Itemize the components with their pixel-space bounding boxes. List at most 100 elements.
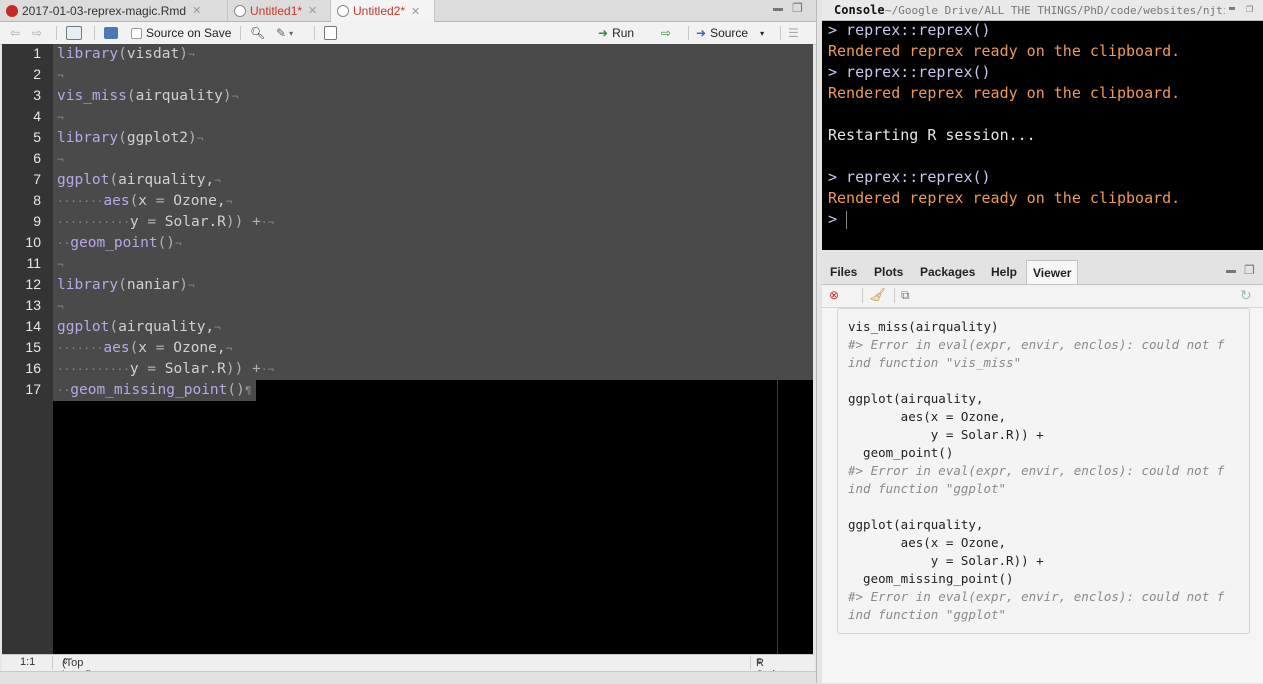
text-cursor: [846, 211, 847, 229]
code-line: library(naniar)¬: [57, 277, 195, 293]
console-line: Rendered reprex ready on the clipboard.: [828, 189, 1181, 207]
code-line: ··geom_missing_point()¶: [57, 382, 252, 398]
line-number: 10: [25, 234, 41, 250]
line-number: 4: [33, 108, 41, 124]
code-line: ¬: [57, 258, 64, 271]
line-number: 15: [25, 339, 41, 355]
line-number: 12: [25, 276, 41, 292]
tab-label: Untitled1*: [250, 3, 303, 18]
code-line: ···········y = Solar.R)) +·¬: [57, 214, 275, 230]
tab-untitled1[interactable]: Untitled1* ✕: [228, 0, 331, 21]
line-number: 14: [25, 318, 41, 334]
show-in-window-icon[interactable]: ⧉: [901, 288, 910, 303]
close-icon[interactable]: ✕: [192, 4, 201, 17]
tab-rmd-file[interactable]: 2017-01-03-reprex-magic.Rmd ✕: [0, 0, 228, 21]
tab-untitled2[interactable]: Untitled2* ✕: [331, 0, 435, 22]
viewer-code-line: aes(x = Ozone,: [848, 409, 1007, 424]
outline-icon[interactable]: ☰: [788, 25, 799, 41]
r-script-icon: [337, 5, 349, 17]
code-line: ¬: [57, 300, 64, 313]
console-header: Console ~/Google Drive/ALL THE THINGS/Ph…: [822, 0, 1263, 21]
viewer-code-line: vis_miss(airquality): [848, 319, 999, 334]
tab-viewer[interactable]: Viewer: [1026, 260, 1079, 284]
stop-icon[interactable]: ⊗: [829, 288, 839, 302]
tab-label: 2017-01-03-reprex-magic.Rmd: [22, 3, 187, 18]
source-label: Source: [710, 26, 749, 40]
cursor-position: 1:1: [20, 656, 36, 668]
tab-label: Untitled2*: [353, 4, 406, 18]
working-directory-path[interactable]: ~/Google Drive/ALL THE THINGS/PhD/code/w…: [885, 4, 1225, 17]
close-icon[interactable]: ✕: [308, 4, 317, 17]
code-line: vis_miss(airquality)¬: [57, 88, 239, 104]
line-number: 13: [25, 297, 41, 313]
tab-files[interactable]: Files: [824, 260, 863, 284]
code-line: ¬: [57, 153, 64, 166]
code-line: ¬: [57, 111, 64, 124]
code-line: ggplot(airquality,¬: [57, 319, 221, 335]
r-script-icon: [234, 4, 246, 17]
editor-toolbar: ⇦ ⇨ Source on Save 🔍︎ ✎ ▾ ➜ Run ⇨ ➜ Sourc…: [0, 22, 816, 45]
line-number-gutter: 1 2 3 4 5 6 7 8 9 10 11 12 13 14 15 16 1…: [2, 44, 53, 654]
minimize-pane-icon[interactable]: ▬: [1229, 3, 1235, 14]
viewer-code-line: y = Solar.R)) +: [848, 553, 1044, 568]
close-icon[interactable]: ✕: [411, 5, 420, 18]
line-number: 17: [25, 381, 41, 397]
tab-plots[interactable]: Plots: [868, 260, 909, 284]
viewer-toolbar: ⊗ 🧹︎ ⧉ ↻: [822, 285, 1263, 308]
console-input-line[interactable]: >: [828, 209, 846, 230]
code-line: library(ggplot2)¬: [57, 130, 204, 146]
tab-help[interactable]: Help: [985, 260, 1023, 284]
viewer-code-line: y = Solar.R)) +: [848, 427, 1044, 442]
maximize-pane-icon[interactable]: ❐: [792, 1, 803, 15]
compile-report-icon[interactable]: [324, 25, 337, 41]
viewer-content: vis_miss(airquality) #> Error in eval(ex…: [837, 308, 1250, 634]
source-on-save-toggle[interactable]: Source on Save: [131, 25, 231, 41]
console-line: > reprex::reprex(): [828, 63, 991, 81]
code-line: ··geom_point()¬: [57, 235, 182, 251]
console-line: > reprex::reprex(): [828, 168, 991, 186]
code-editor[interactable]: library(visdat)¬ ¬ vis_miss(airquality)¬…: [53, 44, 813, 654]
search-icon[interactable]: 🔍︎: [250, 25, 265, 41]
maximize-pane-icon[interactable]: ❐: [1244, 263, 1255, 277]
chevron-updown-icon: ⇕: [62, 657, 69, 666]
run-button[interactable]: ➜ Run: [598, 25, 634, 41]
save-icon[interactable]: [104, 25, 118, 41]
viewer-code-line: ggplot(airquality,: [848, 517, 984, 532]
show-in-window-icon[interactable]: [66, 25, 82, 41]
editor-tab-bar: 2017-01-03-reprex-magic.Rmd ✕ Untitled1*…: [0, 0, 816, 22]
line-number: 16: [25, 360, 41, 376]
code-line: ·······aes(x = Ozone,¬: [57, 340, 233, 356]
back-arrow-icon[interactable]: ⇦: [10, 25, 20, 41]
viewer-comment-line: #> Error in eval(expr, envir, enclos): c…: [848, 463, 1225, 478]
tab-label: Packages: [920, 265, 976, 279]
tab-label: Plots: [874, 265, 904, 279]
console-line: > reprex::reprex(): [828, 21, 991, 39]
minimize-pane-icon[interactable]: ▬: [1226, 265, 1236, 276]
viewer-comment-line: ind function "vis_miss": [848, 355, 1022, 370]
line-number: 7: [33, 171, 41, 187]
source-button[interactable]: ➜ Source ▾: [696, 25, 764, 41]
console-line: Rendered reprex ready on the clipboard.: [828, 42, 1181, 60]
print-margin-line: [777, 380, 778, 654]
minimize-pane-icon[interactable]: ▬: [773, 3, 783, 14]
console-title[interactable]: Console: [834, 3, 885, 17]
viewer-code-line: geom_point(): [848, 445, 954, 460]
code-line: library(visdat)¬: [57, 46, 195, 62]
code-tools-wand-icon[interactable]: ✎ ▾: [276, 25, 293, 41]
line-number: 11: [26, 255, 41, 271]
code-line: ¬: [57, 69, 64, 82]
maximize-pane-icon[interactable]: ❐: [1246, 1, 1253, 15]
viewer-code-line: aes(x = Ozone,: [848, 535, 1007, 550]
chevron-updown-icon: ⇕: [756, 657, 763, 666]
code-line: ···········y = Solar.R)) +·¬: [57, 361, 275, 377]
line-number: 3: [33, 87, 41, 103]
pane-splitter[interactable]: [0, 671, 816, 684]
line-number: 6: [33, 150, 41, 166]
clear-broom-icon[interactable]: 🧹︎: [869, 287, 886, 303]
rerun-icon[interactable]: ⇨: [661, 25, 671, 41]
refresh-icon[interactable]: ↻: [1240, 287, 1252, 304]
source-on-save-checkbox[interactable]: [131, 27, 142, 39]
chevron-down-icon[interactable]: ▾: [760, 29, 764, 38]
tab-packages[interactable]: Packages: [914, 260, 981, 284]
forward-arrow-icon[interactable]: ⇨: [32, 25, 42, 41]
